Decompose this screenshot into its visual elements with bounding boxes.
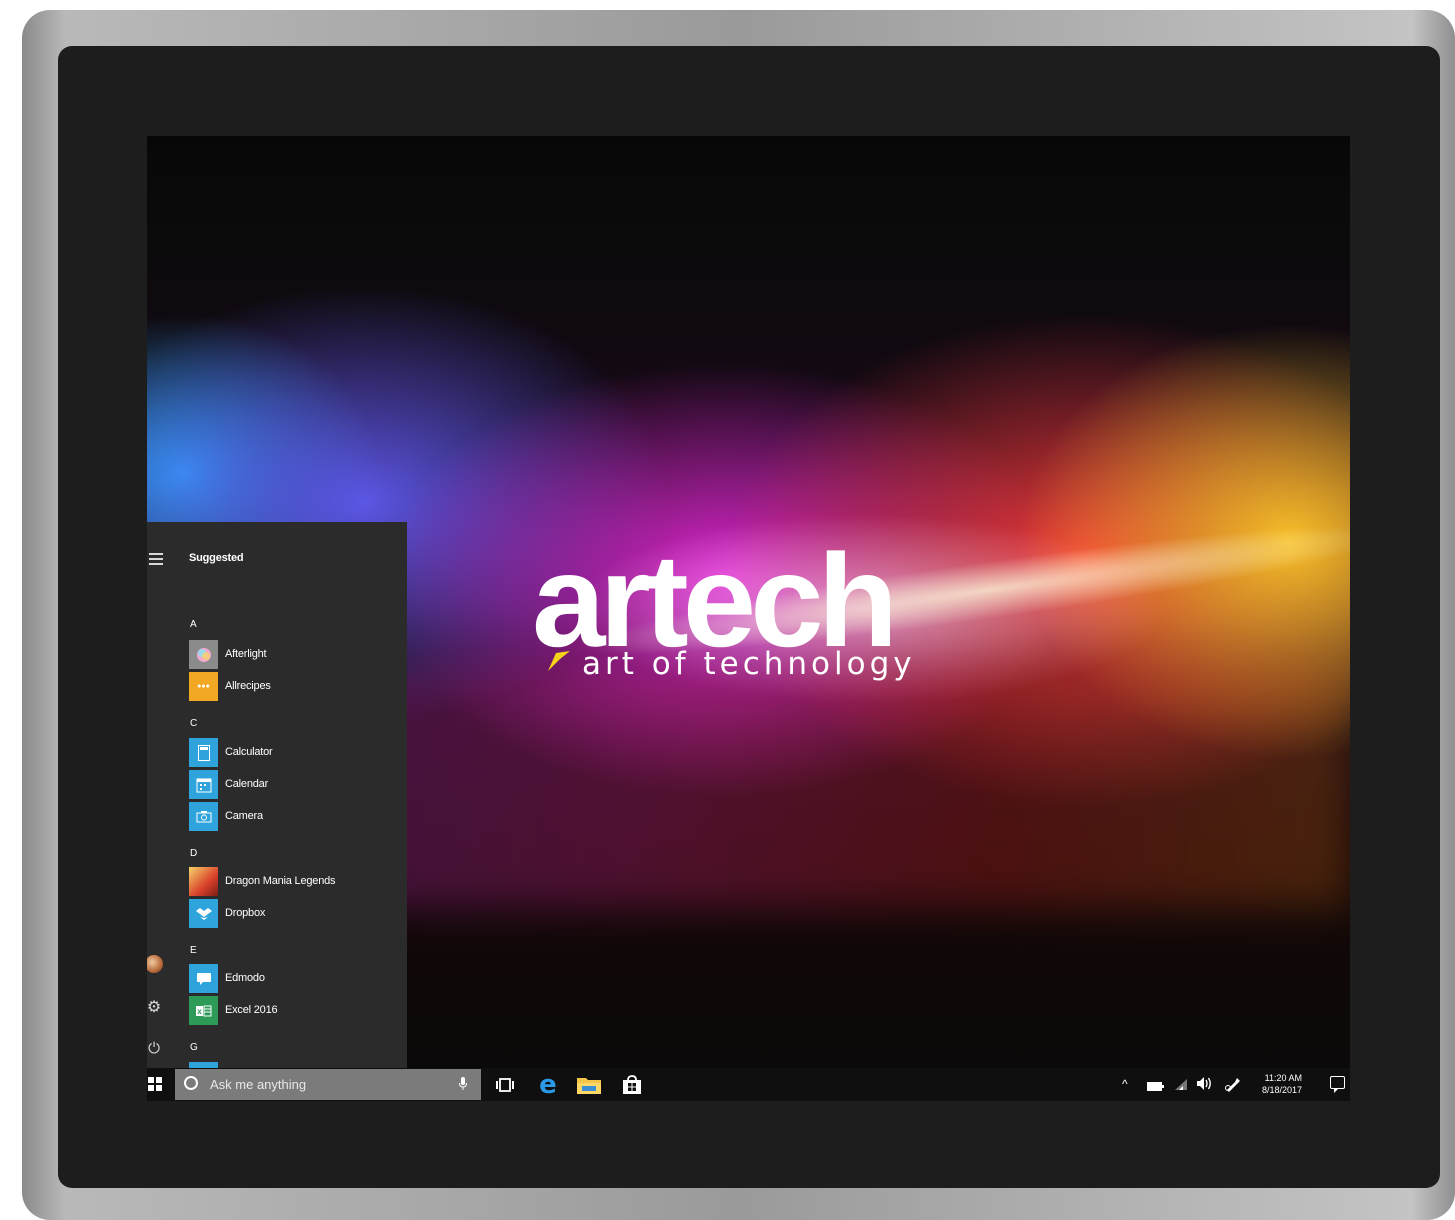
excel-icon: x [189,996,218,1025]
app-label: Allrecipes [225,680,271,692]
calculator-icon [189,738,218,767]
app-label: Dropbox [225,907,266,919]
action-center-icon[interactable] [1330,1076,1345,1093]
artech-logo: artech art of technology [532,531,972,691]
calendar-icon [189,770,218,799]
system-tray: ^ 11:20 AM 8/18/2017 [1120,1068,1350,1101]
power-icon[interactable]: ⏻ [147,1040,163,1058]
start-menu-rail: ⚙ ⏻ [147,522,187,1068]
logo-tagline: art of technology [582,646,916,682]
app-label: Excel 2016 [225,1004,278,1016]
windows-start-icon[interactable] [148,1077,162,1091]
group-letter-d[interactable]: D [190,848,197,859]
taskbar: Ask me anything e ^ 11:20 AM 8/18/2017 [147,1068,1350,1101]
screen: artech art of technology ⚙ ⏻ Suggested A… [147,136,1350,1101]
svg-text:x: x [197,1007,202,1016]
cortana-search-box[interactable]: Ask me anything [175,1069,481,1100]
edmodo-icon [189,964,218,993]
app-item-dropbox[interactable]: Dropbox [189,899,399,929]
app-label: Calendar [225,778,269,790]
app-item-allrecipes[interactable]: ●●● Allrecipes [189,672,399,702]
settings-gear-icon[interactable]: ⚙ [147,999,163,1017]
afterlight-icon [189,640,218,669]
group-letter-e[interactable]: E [190,945,197,956]
microphone-icon[interactable] [459,1077,467,1090]
task-view-icon[interactable] [495,1074,515,1096]
app-item-calculator[interactable]: Calculator [189,738,399,768]
wifi-signal-icon[interactable] [1175,1078,1187,1094]
clock-date: 8/18/2017 [1261,1085,1302,1095]
app-item-calendar[interactable]: Calendar [189,770,399,800]
chevron-up-icon[interactable]: ^ [1122,1076,1128,1092]
allrecipes-icon: ●●● [189,672,218,701]
suggested-header: Suggested [189,552,244,564]
app-label: Camera [225,810,263,822]
user-avatar[interactable] [147,955,163,973]
file-explorer-icon[interactable] [576,1074,602,1096]
logo-swoosh-icon [548,651,570,671]
pen-ink-workspace-icon[interactable] [1225,1076,1241,1096]
battery-icon[interactable] [1147,1079,1164,1095]
app-label: Calculator [225,746,273,758]
clock-time: 11:20 AM [1264,1073,1302,1083]
app-label: Dragon Mania Legends [225,875,336,887]
dropbox-icon [189,899,218,928]
edge-browser-icon[interactable]: e [536,1072,560,1098]
store-icon[interactable] [621,1074,643,1096]
app-item-excel-2016[interactable]: x Excel 2016 [189,996,399,1026]
app-item-camera[interactable]: Camera [189,802,399,832]
app-item-dragon-mania-legends[interactable]: Dragon Mania Legends [189,867,399,897]
camera-icon [189,802,218,831]
app-label: Edmodo [225,972,265,984]
app-label: Afterlight [225,648,267,660]
group-letter-c[interactable]: C [190,718,197,729]
group-letter-g[interactable]: G [190,1042,198,1053]
volume-icon[interactable] [1197,1077,1213,1094]
cortana-icon [184,1076,198,1090]
search-placeholder: Ask me anything [210,1077,307,1092]
clock[interactable]: 11:20 AM 8/18/2017 [1262,1072,1302,1096]
app-item-afterlight[interactable]: Afterlight [189,640,399,670]
app-item-edmodo[interactable]: Edmodo [189,964,399,994]
hamburger-menu-icon[interactable] [149,553,163,565]
dragon-mania-legends-icon [189,867,218,896]
start-menu: ⚙ ⏻ Suggested A Afterlight ●●● Allrecipe… [147,522,407,1068]
group-letter-a[interactable]: A [190,619,197,630]
